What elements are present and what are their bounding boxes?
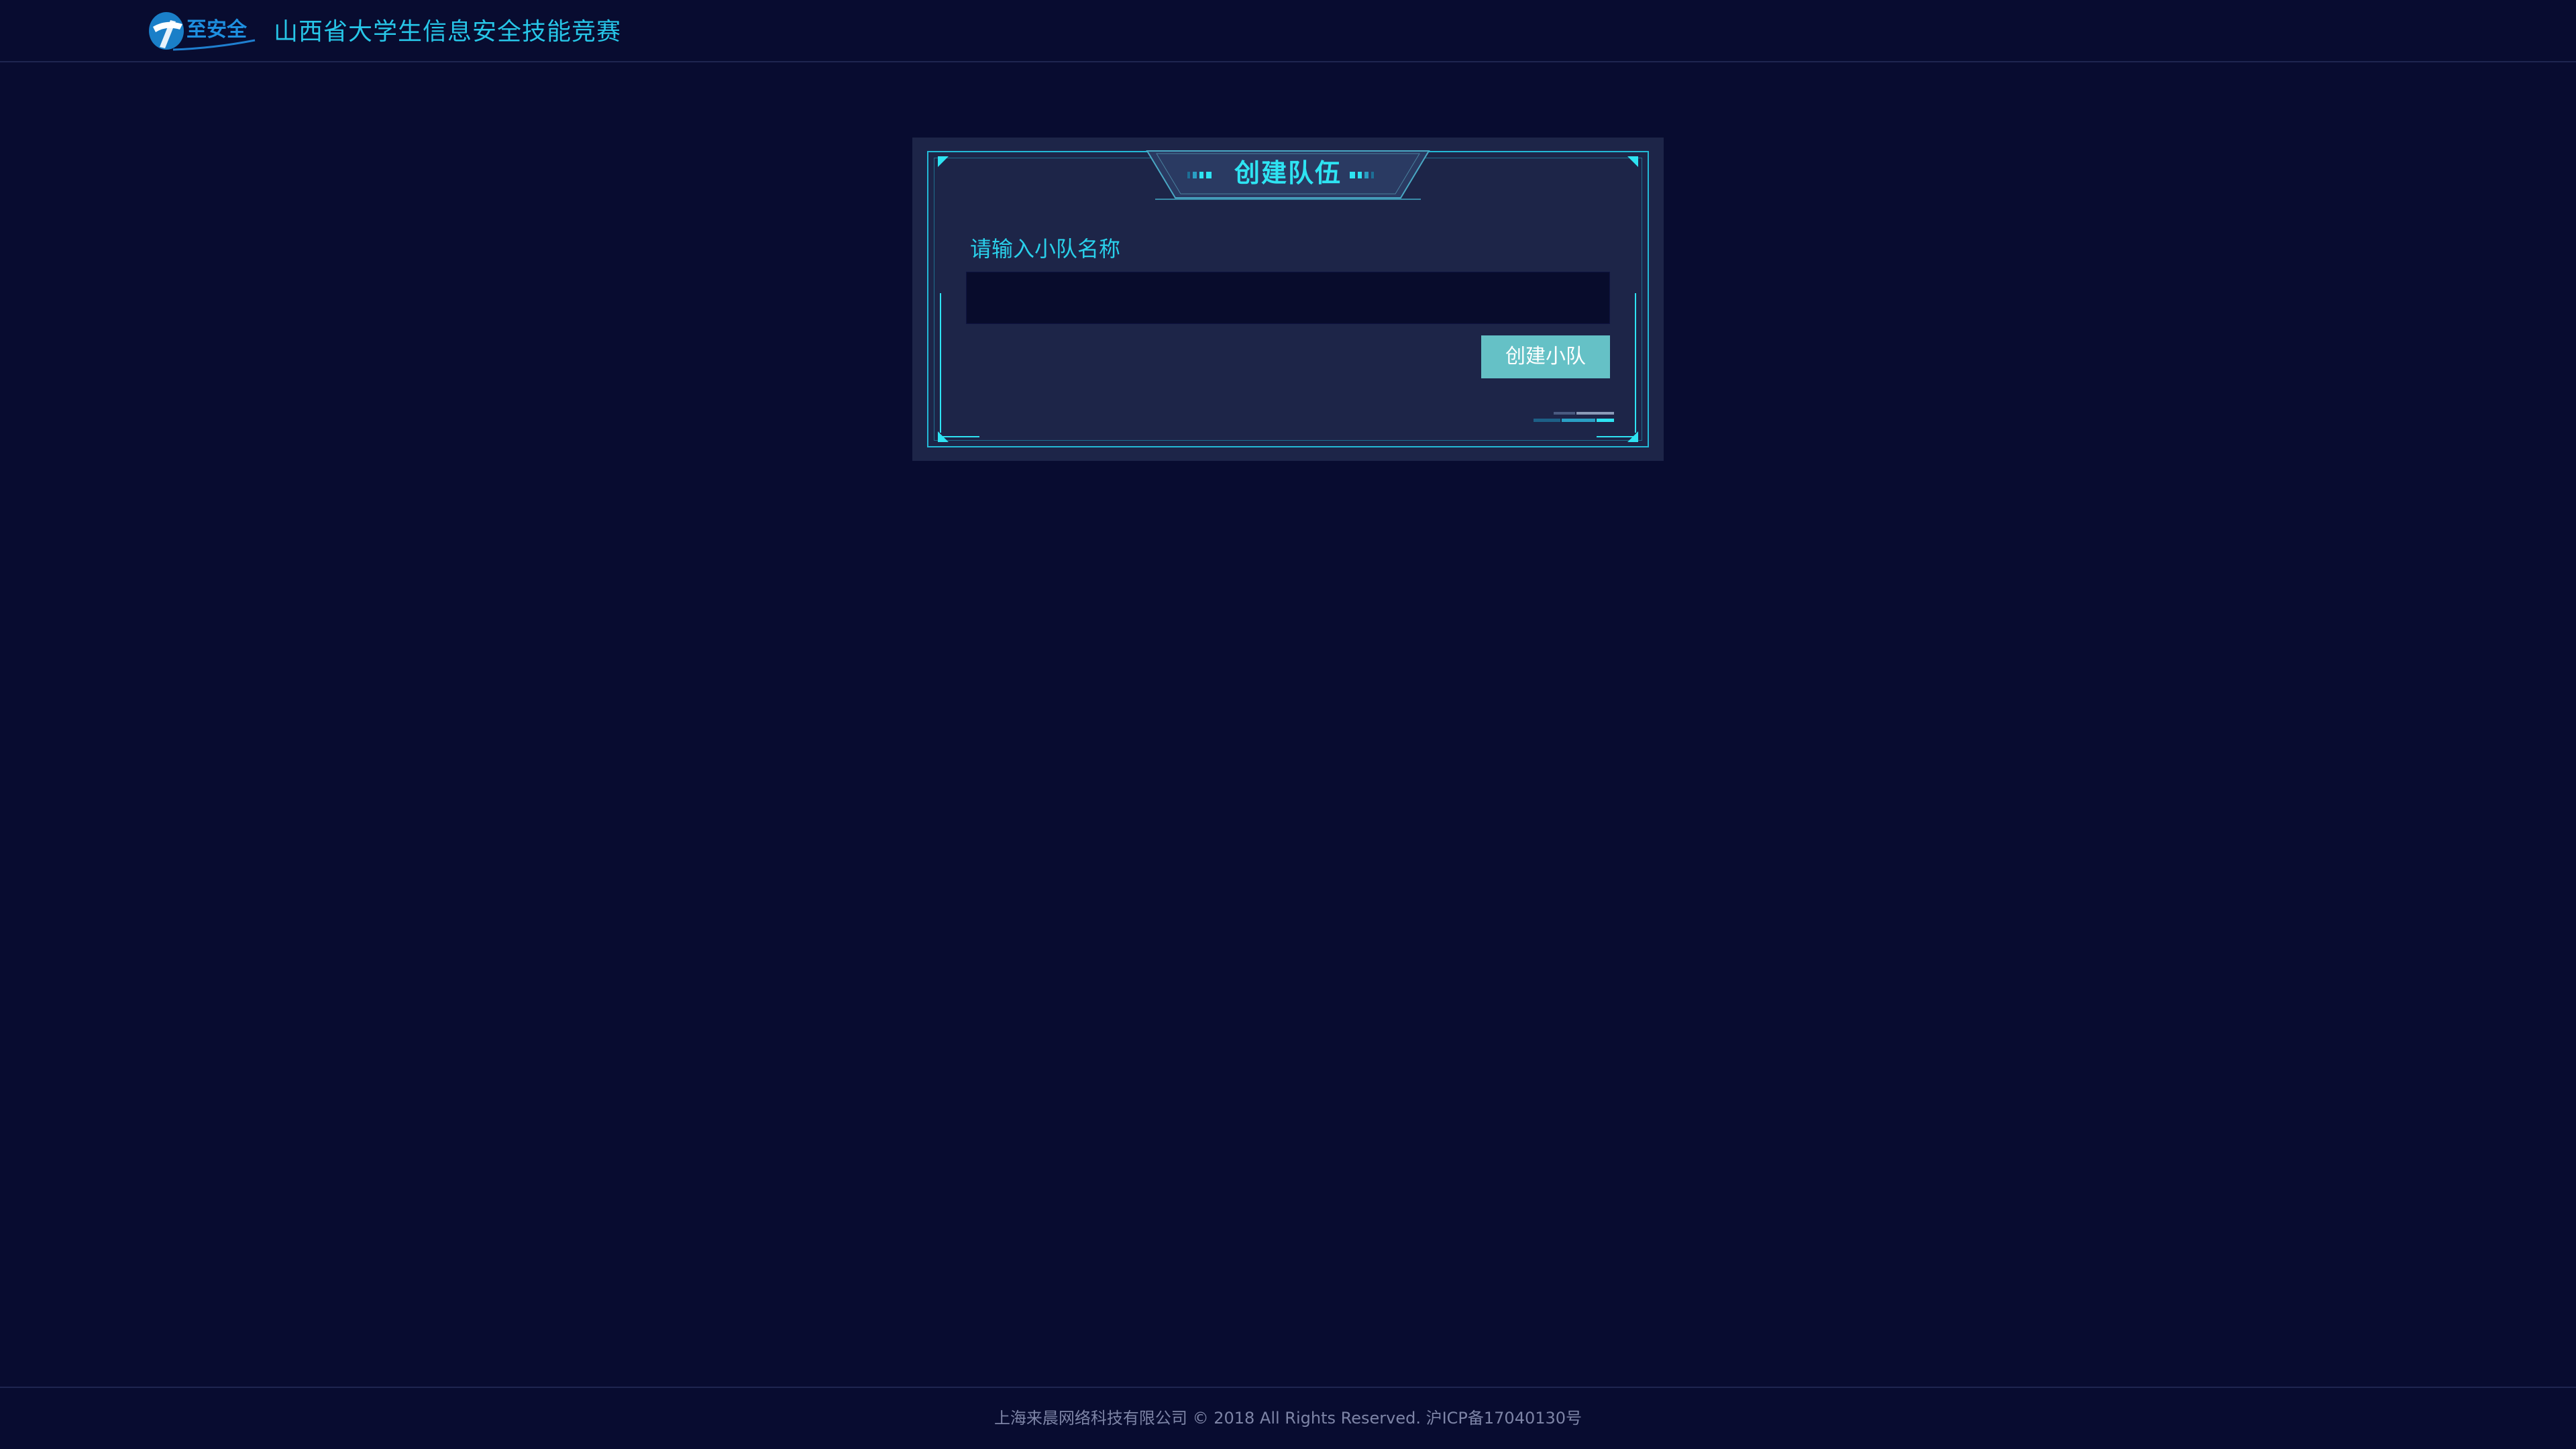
panel-title: 创建队伍 <box>1234 158 1342 188</box>
team-name-input[interactable] <box>966 272 1610 324</box>
logo-icon: 至安全 <box>149 12 256 51</box>
page-footer: 上海来晨网络科技有限公司 © 2018 All Rights Reserved.… <box>0 1387 2576 1449</box>
team-name-label: 请输入小队名称 <box>970 236 1121 262</box>
create-team-button[interactable]: 创建小队 <box>1481 335 1610 378</box>
site-title: 山西省大学生信息安全技能竞赛 <box>274 18 622 46</box>
copyright-text: 上海来晨网络科技有限公司 © 2018 All Rights Reserved.… <box>994 1409 1582 1428</box>
top-header: 至安全 山西省大学生信息安全技能竞赛 <box>0 0 2576 62</box>
create-team-panel: 创建队伍 请输入小队名称 创建小队 <box>912 138 1664 461</box>
logo-text: 至安全 <box>186 18 248 42</box>
zhianquan-logo[interactable]: 至安全 <box>146 7 259 55</box>
